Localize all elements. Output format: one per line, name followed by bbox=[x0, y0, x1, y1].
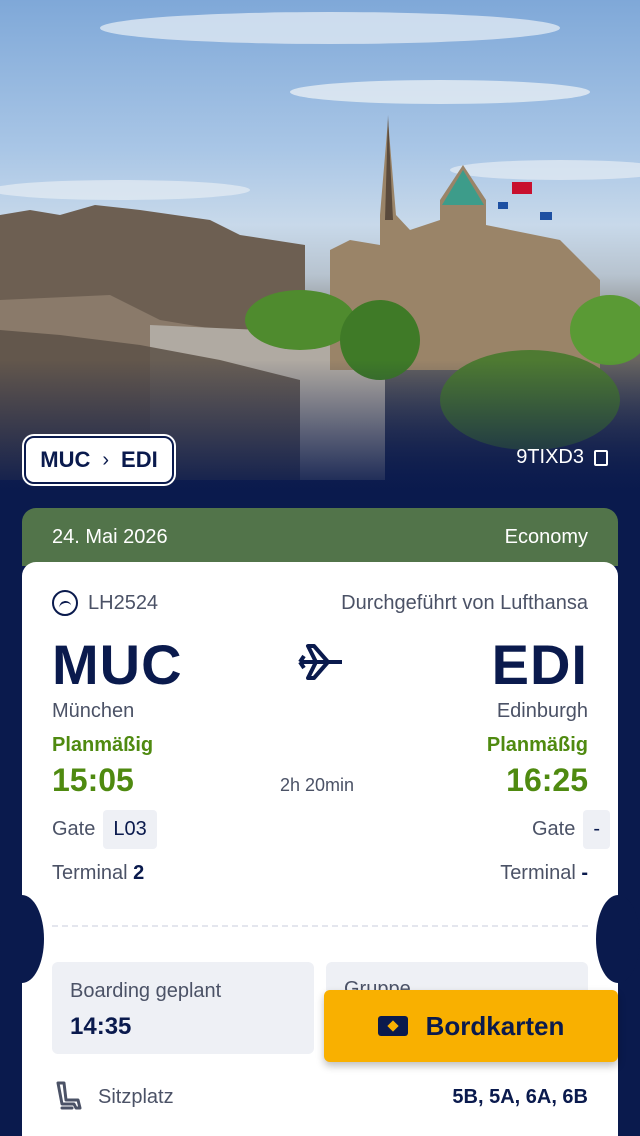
boarding-pass-icon bbox=[377, 1016, 408, 1036]
seat-row[interactable]: Sitzplatz 5B, 5A, 6A, 6B bbox=[52, 1080, 588, 1114]
seat-values: 5B, 5A, 6A, 6B bbox=[452, 1085, 588, 1108]
seat-icon bbox=[56, 1081, 82, 1110]
arrival-status: Planmäßig bbox=[486, 734, 588, 756]
flight-number-group: LH2524 bbox=[52, 590, 158, 616]
ticket-header: 24. Mai 2026 Economy bbox=[22, 508, 618, 566]
departure-terminal: Terminal 2 bbox=[52, 862, 144, 885]
arrival-gate-label: Gate bbox=[531, 818, 576, 840]
seat-label: Sitzplatz bbox=[98, 1085, 174, 1108]
chevron-right-icon: › bbox=[102, 448, 110, 471]
arrival-terminal: Terminal - bbox=[500, 862, 588, 885]
departure-status: Planmäßig bbox=[52, 734, 154, 756]
ticket-notch-left bbox=[0, 895, 44, 983]
destination-hero-image bbox=[0, 0, 640, 500]
boarding-time-card: Boarding geplant 14:35 bbox=[52, 962, 314, 1054]
copy-icon[interactable] bbox=[594, 449, 608, 466]
departure-gate-label: Gate bbox=[52, 818, 96, 840]
operated-by: Durchgeführt von Lufthansa bbox=[341, 591, 588, 614]
flight-number: LH2524 bbox=[88, 591, 159, 614]
booking-code[interactable]: 9TIXD3 bbox=[516, 446, 608, 469]
arrival-terminal-label: Terminal bbox=[500, 862, 576, 884]
departure-terminal-value: 2 bbox=[133, 862, 145, 884]
boarding-time: 14:35 bbox=[70, 1013, 132, 1040]
arrival-time: 16:25 bbox=[506, 762, 588, 798]
ticket-divider bbox=[52, 925, 588, 927]
flight-info-row: LH2524 Durchgeführt von Lufthansa bbox=[52, 590, 588, 616]
arrival-iata: EDI bbox=[491, 633, 588, 696]
flight-date: 24. Mai 2026 bbox=[52, 525, 168, 548]
cabin-class: Economy bbox=[504, 525, 588, 548]
flight-duration: 2h 20min bbox=[280, 775, 355, 795]
route-to: EDI bbox=[121, 447, 158, 472]
arrival-city: Edinburgh bbox=[496, 700, 588, 722]
departure-gate: Gate L03 bbox=[52, 810, 157, 849]
airplane-icon bbox=[298, 644, 342, 680]
arrival-gate: Gate - bbox=[532, 810, 610, 849]
route-pill[interactable]: MUC › EDI bbox=[24, 436, 174, 484]
booking-code-value: 9TIXD3 bbox=[516, 446, 584, 468]
departure-gate-value: L03 bbox=[103, 810, 157, 849]
lufthansa-crane-icon bbox=[52, 590, 78, 616]
boarding-pass-button-label: Bordkarten bbox=[425, 1010, 565, 1041]
seat-label-group: Sitzplatz bbox=[52, 1080, 174, 1114]
departure-city: München bbox=[52, 700, 135, 722]
arrival-terminal-value: - bbox=[581, 862, 588, 884]
departure-iata: MUC bbox=[52, 633, 183, 696]
boarding-label: Boarding geplant bbox=[70, 980, 222, 1002]
arrival-gate-value: - bbox=[583, 810, 610, 849]
departure-terminal-label: Terminal bbox=[52, 862, 128, 884]
boarding-pass-button[interactable]: Bordkarten bbox=[324, 990, 618, 1062]
route-from: MUC bbox=[40, 447, 91, 472]
edinburgh-skyline-illustration bbox=[0, 12, 640, 500]
ticket-notch-right bbox=[596, 895, 640, 983]
departure-time: 15:05 bbox=[52, 762, 134, 798]
